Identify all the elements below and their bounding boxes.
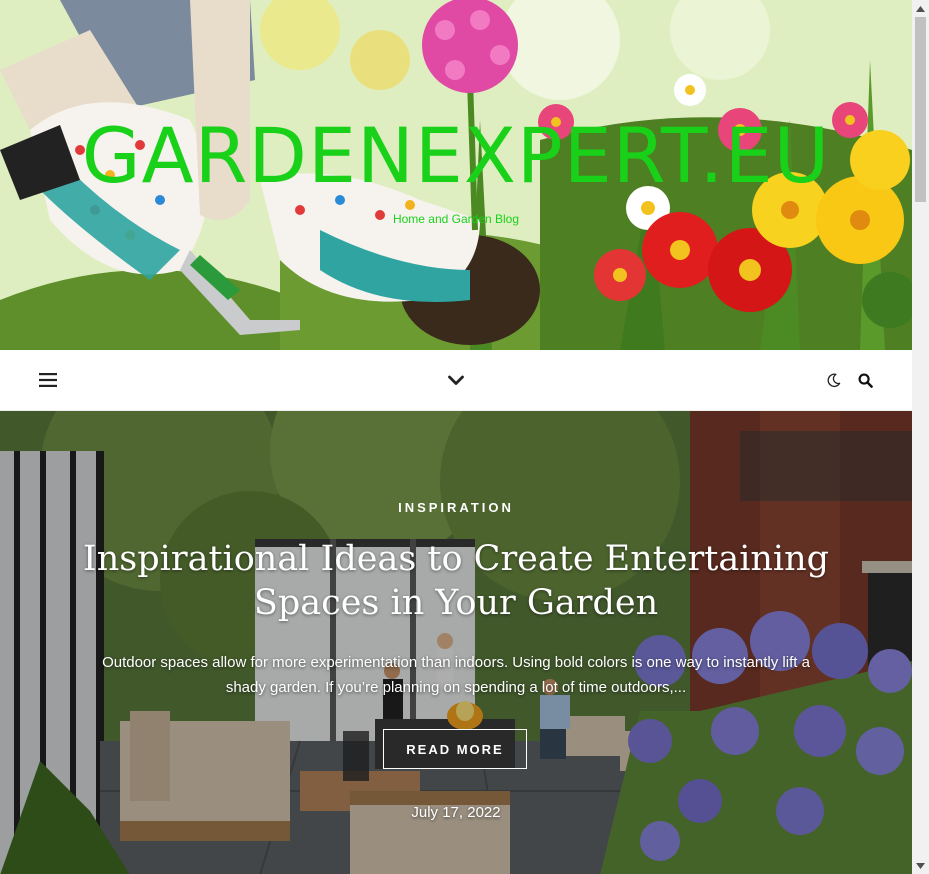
site-title[interactable]: GARDENEXPERT.EU — [0, 118, 912, 194]
dropdown-toggle-button[interactable] — [444, 368, 468, 392]
site-header: GARDENEXPERT.EU Home and Garden Blog — [0, 0, 912, 350]
site-tagline: Home and Garden Blog — [392, 212, 520, 226]
dark-mode-toggle[interactable] — [821, 368, 845, 392]
page: GARDENEXPERT.EU Home and Garden Blog INS… — [0, 0, 912, 874]
post-excerpt: Outdoor spaces allow for more experiment… — [102, 654, 810, 696]
scroll-up-arrow-icon — [916, 5, 925, 12]
hamburger-menu-button[interactable] — [36, 368, 60, 392]
post-category-link[interactable]: INSPIRATION — [0, 500, 912, 515]
moon-icon — [827, 373, 840, 387]
scrollbar-thumb[interactable] — [915, 17, 926, 202]
main-navbar — [0, 350, 912, 411]
scroll-down-arrow-icon — [916, 862, 925, 869]
scroll-down-button[interactable] — [912, 857, 929, 874]
chevron-down-icon — [448, 375, 464, 385]
vertical-scrollbar[interactable] — [912, 0, 929, 874]
scroll-up-button[interactable] — [912, 0, 929, 17]
featured-post: INSPIRATION Inspirational Ideas to Creat… — [0, 411, 912, 874]
search-button[interactable] — [853, 368, 877, 392]
post-title-link[interactable]: Inspirational Ideas to Create Entertaini… — [80, 537, 832, 625]
hamburger-menu-icon — [39, 373, 57, 387]
post-date: July 17, 2022 — [411, 804, 501, 821]
read-more-button[interactable]: READ MORE — [383, 729, 527, 769]
search-icon — [858, 373, 873, 388]
